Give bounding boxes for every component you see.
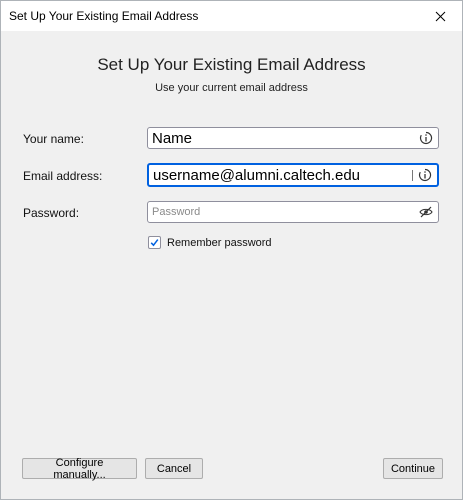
continue-button[interactable]: Continue [383,458,443,479]
checkmark-icon [150,239,159,247]
remember-password-label: Remember password [167,236,272,249]
email-field[interactable] [147,163,439,187]
dialog-window: Set Up Your Existing Email Address Set U… [0,0,463,500]
password-input[interactable] [152,202,414,222]
remember-password-row[interactable]: Remember password [148,236,272,249]
email-input[interactable] [153,165,415,185]
close-icon [435,11,445,21]
configure-manually-button[interactable]: Configure manually... [22,457,137,481]
eye-slash-icon[interactable] [419,205,433,219]
name-field[interactable] [147,127,439,149]
info-icon[interactable] [419,131,433,145]
password-label: Password: [23,206,80,220]
close-button[interactable] [418,1,462,31]
cancel-button[interactable]: Cancel [145,458,203,479]
title-bar: Set Up Your Existing Email Address [1,1,462,31]
password-field[interactable] [147,201,439,223]
info-icon[interactable] [418,168,432,182]
window-title: Set Up Your Existing Email Address [9,9,199,23]
page-title: Set Up Your Existing Email Address [97,55,366,74]
text-caret [412,170,413,181]
remember-password-checkbox[interactable] [148,236,161,249]
name-input[interactable] [152,128,414,148]
email-label: Email address: [23,169,103,183]
name-label: Your name: [23,132,84,146]
page-subtitle: Use your current email address [155,82,308,94]
dialog-content: Set Up Your Existing Email Address Use y… [1,31,462,499]
